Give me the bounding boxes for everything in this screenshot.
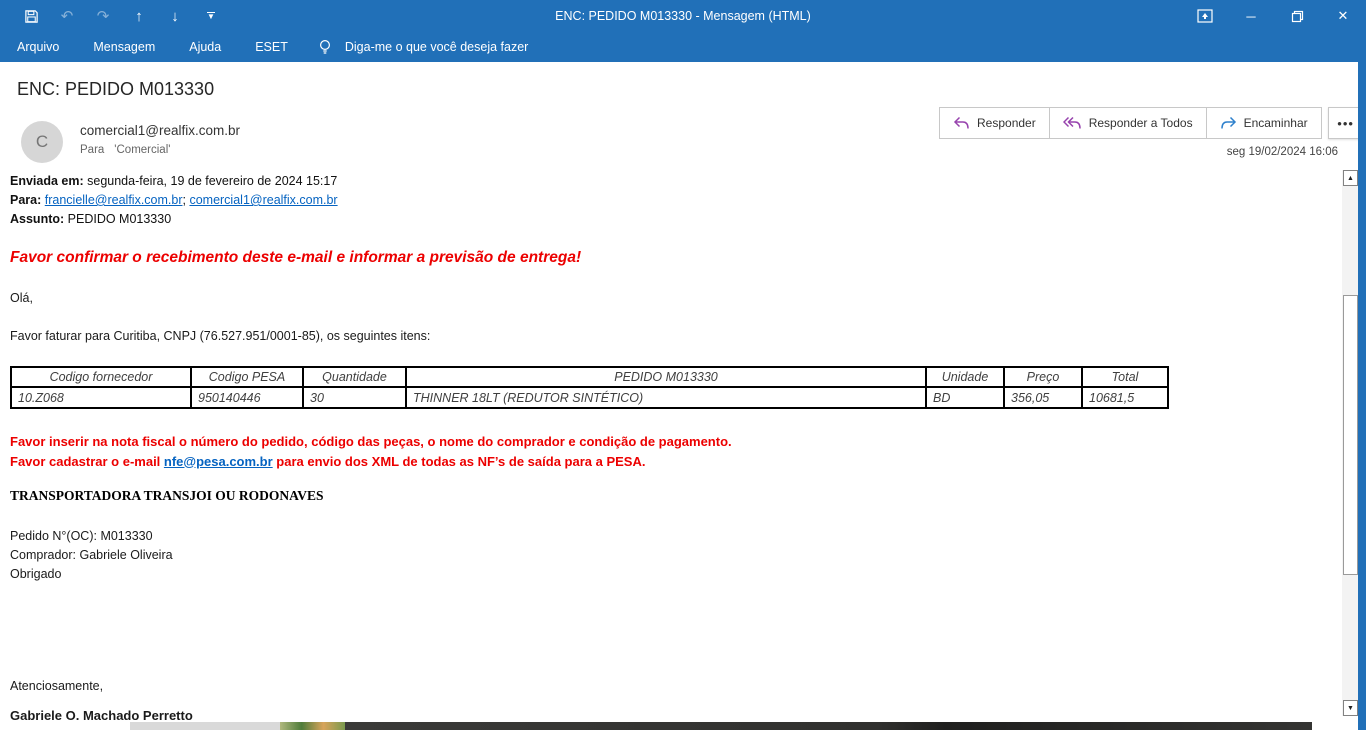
titlebar: ↶ ↷ ↑ ↓ ▼ ENC: PEDIDO M013330 - Mensagem… — [0, 0, 1366, 32]
sender-avatar[interactable]: C — [21, 121, 63, 163]
to-email-link-2[interactable]: comercial1@realfix.com.br — [189, 193, 337, 207]
outlook-message-window: ↶ ↷ ↑ ↓ ▼ ENC: PEDIDO M013330 - Mensagem… — [0, 0, 1366, 730]
subject-label: Assunto: — [10, 212, 64, 226]
minimize-button[interactable]: ─ — [1228, 0, 1274, 32]
meta-to-line: Para: francielle@realfix.com.br; comerci… — [10, 191, 338, 210]
billing-instruction: Favor faturar para Curitiba, CNPJ (76.52… — [10, 329, 430, 343]
forward-button[interactable]: Encaminhar — [1206, 107, 1322, 139]
col-total: Total — [1082, 367, 1168, 387]
move-down-icon[interactable]: ↓ — [158, 2, 192, 30]
forward-icon — [1220, 116, 1237, 130]
invoice-notes: Favor inserir na nota fiscal o número do… — [10, 432, 732, 471]
signature-image — [130, 722, 1312, 730]
tab-eset[interactable]: ESET — [238, 32, 305, 62]
col-quantidade: Quantidade — [303, 367, 406, 387]
customize-qat-icon[interactable]: ▼ — [194, 2, 228, 30]
meta-to-label: Para: — [10, 193, 41, 207]
window-controls: ─ ✕ — [1182, 0, 1366, 32]
nfe-email-link[interactable]: nfe@pesa.com.br — [164, 454, 273, 469]
col-codigo-pesa: Codigo PESA — [191, 367, 303, 387]
cell-quantidade: 30 — [303, 387, 406, 408]
order-summary-block: Pedido N°(OC): M013330 Comprador: Gabrie… — [10, 527, 173, 584]
reply-all-label: Responder a Todos — [1089, 116, 1193, 130]
meta-sent-line: Enviada em: segunda-feira, 19 de feverei… — [10, 172, 338, 191]
cell-codigo-pesa: 950140446 — [191, 387, 303, 408]
cell-preco: 356,05 — [1004, 387, 1082, 408]
tab-mensagem[interactable]: Mensagem — [76, 32, 172, 62]
forward-meta: Enviada em: segunda-feira, 19 de feverei… — [10, 172, 338, 229]
undo-icon[interactable]: ↶ — [50, 2, 84, 30]
scrollbar-down-icon[interactable]: ▼ — [1343, 700, 1358, 716]
window-right-edge — [1358, 62, 1366, 730]
col-pedido: PEDIDO M013330 — [406, 367, 926, 387]
lightbulb-icon — [317, 38, 333, 56]
recipient-line: Para 'Comercial' — [80, 144, 170, 156]
forward-label: Encaminhar — [1244, 116, 1308, 130]
sent-value: segunda-feira, 19 de fevereiro de 2024 1… — [84, 174, 338, 188]
col-codigo-fornecedor: Codigo fornecedor — [11, 367, 191, 387]
tell-me-box[interactable]: Diga-me o que você deseja fazer — [305, 38, 528, 56]
redo-icon[interactable]: ↷ — [86, 2, 120, 30]
signature-image-dark-fragment — [345, 722, 1312, 730]
to-value[interactable]: 'Comercial' — [114, 144, 170, 156]
reply-icon — [953, 116, 970, 130]
cell-codigo-fornecedor: 10.Z068 — [11, 387, 191, 408]
thanks-line: Obrigado — [10, 565, 173, 584]
note-email-registration: Favor cadastrar o e-mail nfe@pesa.com.br… — [10, 452, 732, 472]
buyer-line: Comprador: Gabriele Oliveira — [10, 546, 173, 565]
subject-value: PEDIDO M013330 — [64, 212, 171, 226]
cell-total: 10681,5 — [1082, 387, 1168, 408]
save-icon[interactable] — [14, 2, 48, 30]
cell-descricao: THINNER 18LT (REDUTOR SINTÉTICO) — [406, 387, 926, 408]
carrier-line: TRANSPORTADORA TRANSJOI OU RODONAVES — [10, 488, 323, 504]
restore-button[interactable] — [1274, 0, 1320, 32]
note2-prefix: Favor cadastrar o e-mail — [10, 454, 164, 469]
scrollbar-thumb[interactable] — [1343, 295, 1358, 575]
signature-name: Gabriele O. Machado Perretto — [10, 708, 193, 723]
to-label: Para — [80, 144, 104, 156]
note2-suffix: para envio dos XML de todas as NF’s de s… — [273, 454, 646, 469]
table-row: 10.Z068 950140446 30 THINNER 18LT (REDUT… — [11, 387, 1168, 408]
tab-ajuda[interactable]: Ajuda — [172, 32, 238, 62]
meta-subject-line: Assunto: PEDIDO M013330 — [10, 210, 338, 229]
table-header-row: Codigo fornecedor Codigo PESA Quantidade… — [11, 367, 1168, 387]
reply-all-button[interactable]: Responder a Todos — [1049, 107, 1207, 139]
quick-access-toolbar: ↶ ↷ ↑ ↓ ▼ — [0, 2, 228, 30]
col-unidade: Unidade — [926, 367, 1004, 387]
reply-label: Responder — [977, 116, 1036, 130]
move-up-icon[interactable]: ↑ — [122, 2, 156, 30]
note-invoice-details: Favor inserir na nota fiscal o número do… — [10, 432, 732, 452]
confirm-receipt-alert: Favor confirmar o recebimento deste e-ma… — [10, 249, 581, 267]
reply-button[interactable]: Responder — [939, 107, 1050, 139]
close-button[interactable]: ✕ — [1320, 0, 1366, 32]
message-actions: Responder Responder a Todos Encaminhar •… — [940, 107, 1364, 139]
reply-all-icon — [1063, 116, 1082, 130]
greeting-text: Olá, — [10, 291, 33, 305]
sender-email[interactable]: comercial1@realfix.com.br — [80, 123, 240, 138]
order-number-line: Pedido N°(OC): M013330 — [10, 527, 173, 546]
cell-unidade: BD — [926, 387, 1004, 408]
tab-arquivo[interactable]: Arquivo — [0, 32, 76, 62]
sent-label: Enviada em: — [10, 174, 84, 188]
col-preco: Preço — [1004, 367, 1082, 387]
ribbon-tabs: Arquivo Mensagem Ajuda ESET Diga-me o qu… — [0, 32, 1366, 62]
scrollbar-up-icon[interactable]: ▲ — [1343, 170, 1358, 186]
ribbon-display-options-icon[interactable] — [1182, 0, 1228, 32]
closing-line: Atenciosamente, — [10, 679, 103, 693]
order-items-table: Codigo fornecedor Codigo PESA Quantidade… — [10, 366, 1169, 409]
signature-image-color-fragment — [280, 722, 345, 730]
to-email-link-1[interactable]: francielle@realfix.com.br — [45, 193, 183, 207]
message-subject: ENC: PEDIDO M013330 — [17, 79, 214, 100]
tell-me-label: Diga-me o que você deseja fazer — [345, 40, 528, 54]
message-date: seg 19/02/2024 16:06 — [1227, 146, 1338, 158]
